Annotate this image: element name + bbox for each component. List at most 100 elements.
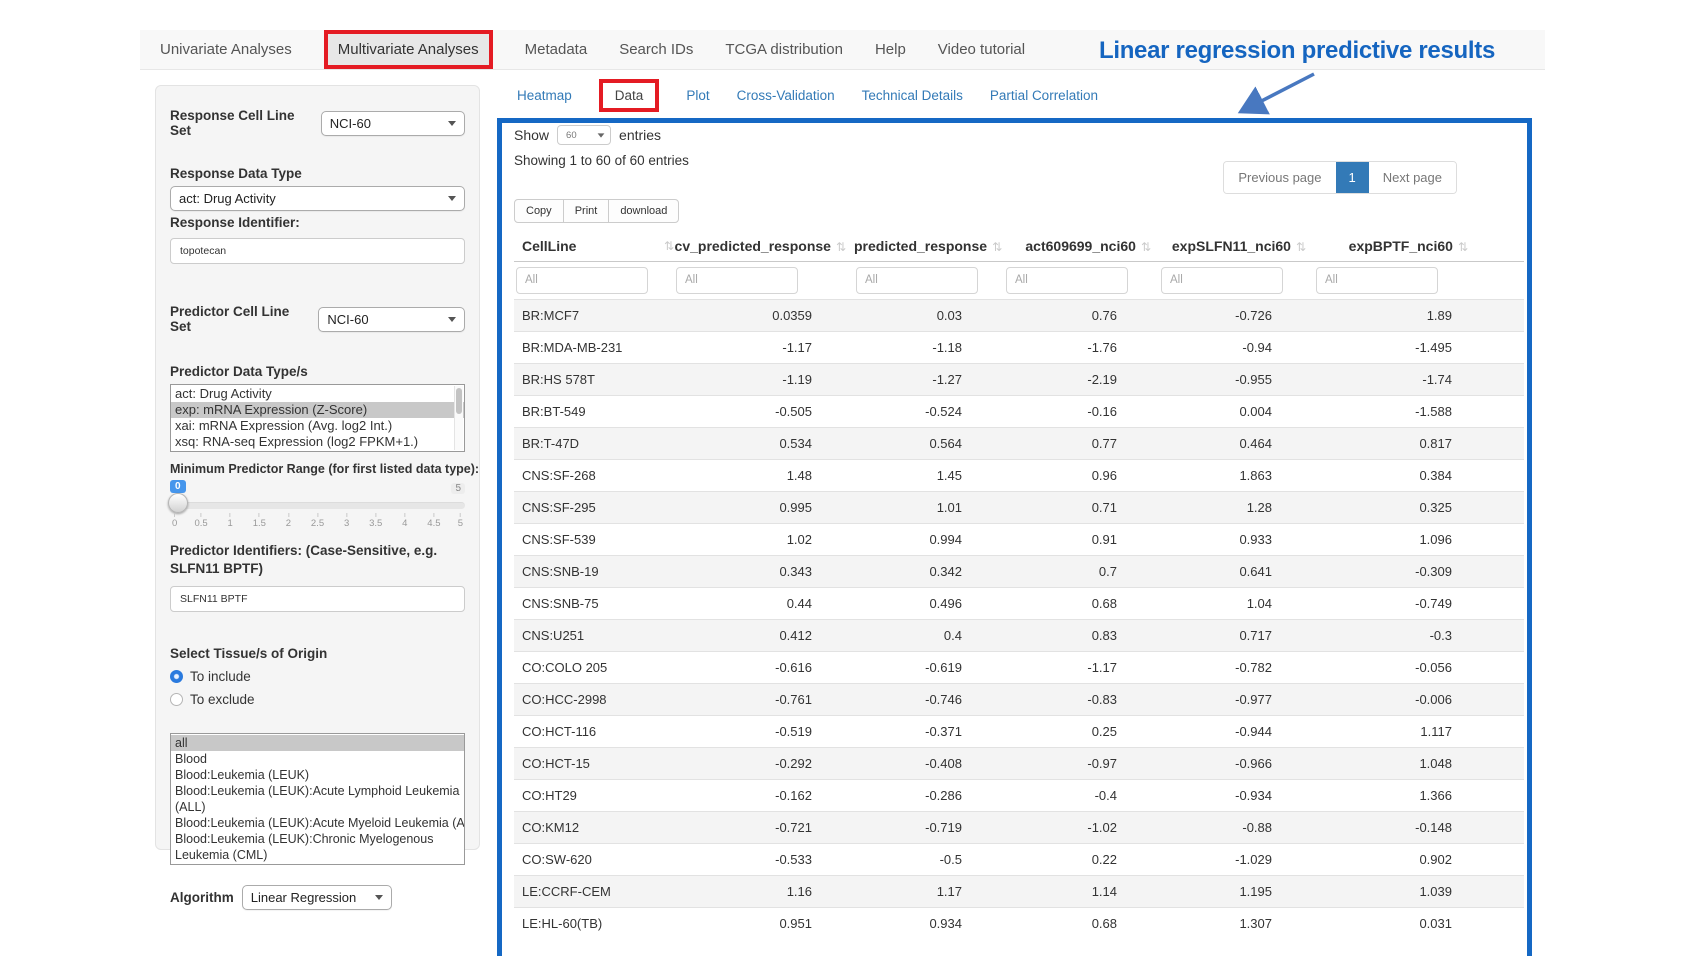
cell-value: 0.68 (1004, 907, 1159, 939)
response-identifier-input[interactable] (170, 238, 465, 264)
copy-button[interactable]: Copy (514, 199, 564, 223)
predictor-cell-line-set-label: Predictor Cell Line Set (170, 304, 310, 334)
cell-value: -0.977 (1159, 683, 1314, 715)
page-length-select[interactable]: 60 (557, 125, 611, 145)
column-header-predicted-response[interactable]: predicted_response (854, 231, 1004, 261)
nav-item-video-tutorial[interactable]: Video tutorial (938, 41, 1025, 58)
response-cell-line-set-select[interactable]: NCI-60 (321, 111, 465, 136)
cell-value: 0.817 (1314, 427, 1524, 459)
cell-line-name: BR:HS 578T (514, 363, 674, 395)
cell-value: 0.717 (1159, 619, 1314, 651)
algorithm-select[interactable]: Linear Regression (242, 885, 392, 910)
next-page-button[interactable]: Next page (1369, 162, 1456, 193)
slider-handle[interactable] (168, 493, 188, 513)
cell-value: -0.94 (1159, 331, 1314, 363)
list-item[interactable]: xsq: RNA-seq Expression (log2 FPKM+1.) (171, 434, 464, 450)
nav-item-metadata[interactable]: Metadata (525, 41, 588, 58)
filter-input-predicted-response[interactable] (856, 267, 978, 294)
cell-value: 1.14 (1004, 875, 1159, 907)
column-header-expbptf-nci60[interactable]: expBPTF_nci60 (1314, 231, 1524, 261)
nav-item-multivariate-analyses[interactable]: Multivariate Analyses (324, 30, 493, 69)
list-item[interactable]: act: Drug Activity (171, 386, 464, 402)
tab-partial-correlation[interactable]: Partial Correlation (990, 88, 1098, 103)
table-row: BR:BT-549-0.505-0.524-0.160.004-1.588 (514, 395, 1524, 427)
cell-line-name: BR:T-47D (514, 427, 674, 459)
sort-icon (836, 240, 846, 254)
column-header-expslfn11-nci60[interactable]: expSLFN11_nci60 (1159, 231, 1314, 261)
cell-line-name: BR:MCF7 (514, 299, 674, 331)
column-header-act609699-nci60[interactable]: act609699_nci60 (1004, 231, 1159, 261)
list-item[interactable]: xai: mRNA Expression (Avg. log2 Int.) (171, 418, 464, 434)
nav-item-search-ids[interactable]: Search IDs (619, 41, 693, 58)
sort-icon (1296, 240, 1306, 254)
cell-value: -0.726 (1159, 299, 1314, 331)
list-item[interactable]: Blood:Leukemia (LEUK) (171, 767, 464, 783)
cell-value: -0.619 (854, 651, 1004, 683)
nav-item-univariate-analyses[interactable]: Univariate Analyses (160, 41, 292, 58)
cell-value: 1.45 (854, 459, 1004, 491)
cell-value: -0.955 (1159, 363, 1314, 395)
radio-to-include[interactable]: To include (170, 669, 465, 684)
list-item[interactable]: all (171, 735, 464, 751)
cell-value: 1.16 (674, 875, 854, 907)
column-header-cv-predicted-response[interactable]: cv_predicted_response (674, 231, 854, 261)
column-header-cellline[interactable]: CellLine (514, 231, 674, 261)
cell-line-name: BR:MDA-MB-231 (514, 331, 674, 363)
cell-value: 0.03 (854, 299, 1004, 331)
print-button[interactable]: Print (563, 199, 610, 223)
table-row: CO:HCC-2998-0.761-0.746-0.83-0.977-0.006 (514, 683, 1524, 715)
nav-item-help[interactable]: Help (875, 41, 906, 58)
tab-technical-details[interactable]: Technical Details (862, 88, 963, 103)
algorithm-label: Algorithm (170, 890, 234, 905)
cell-value: -0.966 (1159, 747, 1314, 779)
cell-value: -0.309 (1314, 555, 1524, 587)
column-filter-row (514, 261, 1524, 299)
cell-line-name: LE:CCRF-CEM (514, 875, 674, 907)
cell-value: 1.17 (854, 875, 1004, 907)
result-tabs: Heatmap Data Plot Cross-Validation Techn… (517, 88, 1098, 103)
page-number-button[interactable]: 1 (1336, 162, 1369, 193)
cell-value: -0.3 (1314, 619, 1524, 651)
cell-value: 0.0359 (674, 299, 854, 331)
cell-value: 1.195 (1159, 875, 1314, 907)
cell-value: 0.68 (1004, 587, 1159, 619)
list-item[interactable]: Blood:Leukemia (LEUK):Chronic Myelogenou… (171, 831, 464, 863)
scrollbar-thumb[interactable] (456, 388, 462, 414)
cell-value: -0.97 (1004, 747, 1159, 779)
slider-track[interactable] (170, 502, 465, 509)
table-row: BR:HS 578T-1.19-1.27-2.19-0.955-1.74 (514, 363, 1524, 395)
tab-data[interactable]: Data (599, 79, 660, 112)
filter-input-expslfn11-nci60[interactable] (1161, 267, 1283, 294)
filter-input-cv-predicted-response[interactable] (676, 267, 798, 294)
list-item[interactable]: Blood (171, 751, 464, 767)
filter-input-expbptf-nci60[interactable] (1316, 267, 1438, 294)
min-predictor-range-slider: 0 5 00.511.522.533.544.55 (170, 480, 465, 530)
previous-page-button[interactable]: Previous page (1224, 162, 1335, 193)
tab-cross-validation[interactable]: Cross-Validation (737, 88, 835, 103)
cell-value: 1.48 (674, 459, 854, 491)
scrollbar[interactable] (454, 386, 463, 450)
cell-value: 1.039 (1314, 875, 1524, 907)
cell-line-name: CO:SW-620 (514, 843, 674, 875)
table-row: CO:HCT-15-0.292-0.408-0.97-0.9661.048 (514, 747, 1524, 779)
slider-tick-label: 5 (458, 513, 463, 529)
table-row: CNS:SF-2681.481.450.961.8630.384 (514, 459, 1524, 491)
tab-heatmap[interactable]: Heatmap (517, 88, 572, 103)
predictor-cell-line-set-select[interactable]: NCI-60 (318, 307, 465, 332)
page-length-value: 60 (566, 130, 577, 141)
cell-value: 1.117 (1314, 715, 1524, 747)
list-item[interactable]: Blood:Leukemia (LEUK):Acute Lymphoid Leu… (171, 783, 464, 815)
response-data-type-select[interactable]: act: Drug Activity (170, 186, 465, 211)
download-button[interactable]: download (608, 199, 679, 223)
radio-to-exclude[interactable]: To exclude (170, 692, 465, 707)
cell-value: 1.048 (1314, 747, 1524, 779)
filter-input-cellline[interactable] (516, 267, 648, 294)
cell-value: -0.505 (674, 395, 854, 427)
nav-item-tcga-distribution[interactable]: TCGA distribution (725, 41, 843, 58)
list-item[interactable]: exp: mRNA Expression (Z-Score) (171, 402, 464, 418)
predictor-identifiers-input[interactable] (170, 586, 465, 612)
list-item[interactable]: Blood:Leukemia (LEUK):Acute Myeloid Leuk… (171, 815, 464, 831)
cell-value: -1.02 (1004, 811, 1159, 843)
tab-plot[interactable]: Plot (686, 88, 709, 103)
filter-input-act609699-nci60[interactable] (1006, 267, 1128, 294)
